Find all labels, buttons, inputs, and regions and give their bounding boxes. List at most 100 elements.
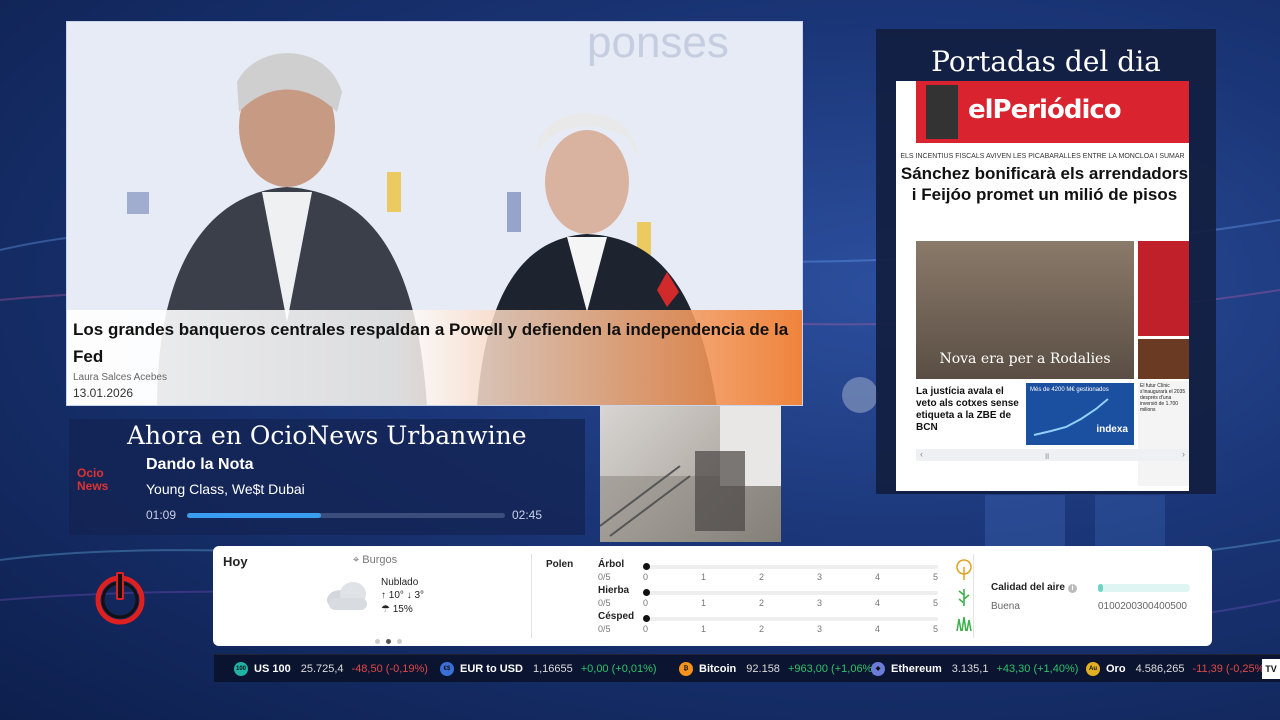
currency-icon: €$ <box>440 662 454 677</box>
scale-tick: 5 <box>933 624 939 634</box>
pager-dot[interactable] <box>375 639 380 644</box>
ethereum-icon: ◆ <box>871 662 885 677</box>
newspaper-headline: Sánchez bonificarà els arrendadors i Fei… <box>900 164 1189 204</box>
pollen-level-marker <box>643 589 650 596</box>
track-duration: 02:45 <box>512 508 543 522</box>
scale-tick: 4 <box>875 572 881 582</box>
weather-widget: Hoy ⌖ Burgos Nublado ↑ 10° ↓ 3° ☂ 15% Po… <box>213 546 1212 646</box>
masthead-photo <box>926 85 958 139</box>
ticker-item[interactable]: ₿ Bitcoin 92.158 +963,00 (+1,06%) <box>679 655 876 682</box>
pollen-level-marker <box>643 563 650 570</box>
pollen-name: Árbol <box>598 559 625 570</box>
temp-high: 10° <box>388 590 404 601</box>
divider <box>531 554 532 638</box>
pollen-row-tree: Árbol 0/5 0 1 2 3 4 5 <box>598 559 972 587</box>
tree-icon <box>956 559 972 580</box>
newspaper-story: La justícia avala el veto als cotxes sen… <box>916 386 1019 433</box>
index-icon: 100 <box>234 662 248 677</box>
gold-icon: Au <box>1086 662 1100 677</box>
ticker-change: -11,39 (-0,25%) <box>1192 663 1269 675</box>
elapsed-time: 01:09 <box>146 508 177 522</box>
pollen-name: Césped <box>598 611 635 622</box>
scale-tick: 0 <box>643 624 649 634</box>
newspaper-photo-caption: Nova era per a Rodalies <box>939 351 1111 367</box>
news-author: Laura Salces Acebes <box>73 372 167 383</box>
newspaper-side-block <box>1138 241 1189 336</box>
track-progress-fill <box>187 513 321 518</box>
cover-pause-icon[interactable]: ॥ <box>1044 449 1049 462</box>
news-caption: Los grandes banqueros centrales respalda… <box>67 310 802 405</box>
news-date: 13.01.2026 <box>73 386 134 400</box>
newspaper-cover[interactable]: elPeriódico ELS INCENTIUS FISCALS AVIVEN… <box>896 81 1189 491</box>
pollen-score: 0/5 <box>598 624 611 634</box>
ad-brand: indexa <box>1096 424 1128 435</box>
scale-tick: 1 <box>701 572 707 582</box>
bitcoin-icon: ₿ <box>679 662 693 677</box>
pager-dot[interactable] <box>397 639 402 644</box>
scale-tick: 5 <box>933 598 939 608</box>
ticker-item[interactable]: Au Oro 4.586,265 -11,39 (-0,25%) <box>1086 655 1268 682</box>
ticker-price: 3.135,1 <box>951 663 989 675</box>
weather-today-label: Hoy <box>223 554 248 569</box>
ticker-price: 25.725,4 <box>300 663 344 675</box>
ticker-change: +963,00 (+1,06%) <box>787 663 877 675</box>
ad-chart-graphic <box>1033 398 1109 436</box>
newspaper-masthead: elPeriódico <box>916 81 1189 143</box>
info-icon[interactable]: i <box>1067 584 1077 593</box>
newspaper-logo: elPeriódico <box>968 95 1122 125</box>
cover-prev-icon[interactable]: ‹ <box>920 449 923 459</box>
market-ticker: 100 US 100 25.725,4 -48,50 (-0,19%) €$ EUR t… <box>214 654 1280 682</box>
temp-low: 3° <box>414 590 425 601</box>
tradingview-logo-icon[interactable]: TV <box>1262 659 1280 679</box>
featured-news-card[interactable]: ponses Los grandes banqueros centrales r… <box>66 21 803 406</box>
ticker-change: +0,00 (+0,01%) <box>580 663 657 675</box>
pollen-label: Polen <box>546 559 574 570</box>
webcam-image <box>600 406 781 542</box>
umbrella-icon: ☂ <box>381 604 390 615</box>
weather-rain: ☂ 15% <box>381 604 413 615</box>
scale-tick: 1 <box>701 598 707 608</box>
ticker-price: 4.586,265 <box>1135 663 1185 675</box>
newspaper-side-story: El futur Clínic s'inaugurarà el 2035 des… <box>1138 381 1189 486</box>
cover-pager: ‹ ॥ › <box>916 449 1189 461</box>
scale-tick: 4 <box>875 624 881 634</box>
svg-text:ponses: ponses <box>587 22 729 67</box>
newspaper-kicker: ELS INCENTIUS FISCALS AVIVEN LES PICABAR… <box>900 153 1185 160</box>
track-artist: Young Class, We$t Dubai <box>146 481 305 497</box>
ticker-change: -48,50 (-0,19%) <box>351 663 428 675</box>
ticker-name: EUR to USD <box>460 663 523 675</box>
cover-next-icon[interactable]: › <box>1182 449 1185 459</box>
ticker-item[interactable]: €$ EUR to USD 1,16655 +0,00 (+0,01%) <box>440 655 657 682</box>
news-headline[interactable]: Los grandes banqueros centrales respalda… <box>73 316 796 370</box>
scale-tick: 0 <box>643 572 649 582</box>
scale-tick: 3 <box>817 624 823 634</box>
scale-tick: 3 <box>817 572 823 582</box>
divider <box>973 554 974 638</box>
ticker-item[interactable]: ◆ Ethereum 3.135,1 +43,30 (+1,40%) <box>871 655 1078 682</box>
air-quality-label-text: Calidad del aire <box>991 582 1065 593</box>
rain-chance: 15% <box>392 604 413 615</box>
pollen-level-marker <box>643 615 650 622</box>
newspaper-photo: Nova era per a Rodalies <box>916 241 1134 379</box>
pager-dot-active[interactable] <box>386 639 391 644</box>
newspaper-side-photo <box>1138 339 1189 379</box>
scale-tick: 3 <box>817 598 823 608</box>
scale-tick: 4 <box>875 598 881 608</box>
pollen-row-lawn: Césped 0/5 0 1 2 3 4 5 <box>598 611 972 639</box>
weather-condition: Nublado <box>381 577 419 588</box>
ticker-item[interactable]: 100 US 100 25.725,4 -48,50 (-0,19%) <box>234 655 428 682</box>
ticker-name: US 100 <box>254 663 291 675</box>
pollen-score: 0/5 <box>598 598 611 608</box>
weather-location-text: Burgos <box>362 554 398 566</box>
track-progress-bar[interactable] <box>187 513 505 518</box>
temp-high-icon: ↑ <box>381 590 386 601</box>
scale-tick: 0 <box>643 598 649 608</box>
webcam-feed <box>600 406 781 542</box>
newspaper-ad: Més de 4200 M€ gestionados indexa <box>1026 383 1134 445</box>
scale-tick: 5 <box>933 572 939 582</box>
power-icon[interactable] <box>95 570 145 625</box>
ticker-name: Bitcoin <box>699 663 737 675</box>
pollen-track <box>646 617 938 621</box>
weather-pager[interactable] <box>375 631 408 649</box>
weather-location: ⌖ Burgos <box>353 554 397 567</box>
